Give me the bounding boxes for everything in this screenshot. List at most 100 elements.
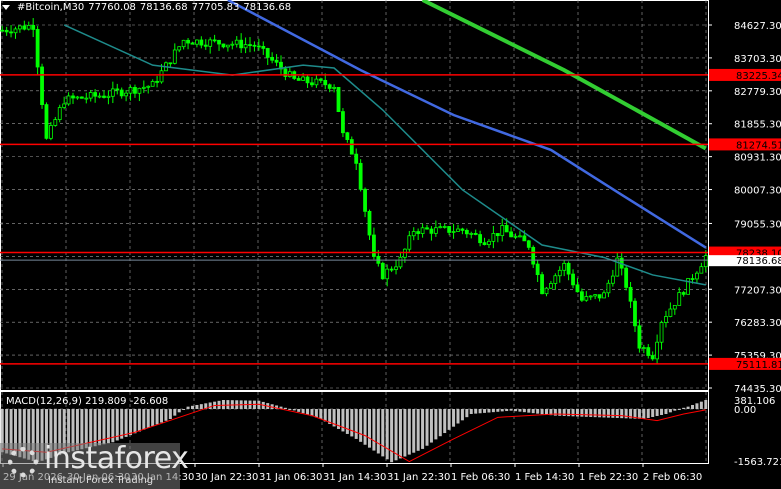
macd-histogram-bar [226, 400, 230, 409]
macd-histogram-bar [558, 409, 562, 416]
candle-body [588, 295, 593, 298]
candle-body [695, 272, 699, 280]
macd-histogram-bar [660, 409, 664, 415]
macd-value: 219.809 [85, 396, 127, 407]
macd-histogram-bar [438, 409, 442, 437]
candle-body [628, 287, 633, 302]
candle-body [221, 43, 226, 48]
macd-histogram-bar [292, 409, 296, 411]
candle-body [62, 103, 67, 108]
candle-body [535, 263, 540, 276]
candle-body [128, 87, 133, 94]
candle-body [133, 87, 137, 94]
candle-body [641, 347, 646, 349]
macd-histogram-bar [283, 407, 287, 409]
macd-histogram-bar [642, 409, 646, 419]
macd-histogram-bar [514, 409, 518, 412]
macd-histogram-bar [593, 409, 597, 418]
macd-histogram-bar [133, 409, 137, 434]
candle-body [504, 225, 509, 233]
candle-body [305, 76, 310, 84]
time-label: 1 Feb 14:30 [515, 472, 574, 483]
candle-body [270, 56, 275, 61]
moving-average-teal [63, 24, 706, 286]
macd-histogram-bar [288, 409, 292, 410]
high-price: 78136.68 [139, 2, 188, 13]
macd-histogram-bar [704, 400, 708, 409]
candle-body [433, 227, 438, 234]
macd-histogram-bar [682, 407, 686, 409]
candle-body [469, 232, 474, 235]
candle-body [318, 78, 323, 81]
macd-name: MACD(12,26,9) [6, 396, 82, 407]
candle-body [473, 232, 478, 235]
macd-histogram-bar [416, 409, 420, 451]
time-label: 30 Jan 22:30 [195, 472, 258, 483]
macd-histogram-bar [173, 409, 177, 416]
candle-body [115, 88, 120, 91]
candle-body [9, 31, 13, 34]
candle-body [513, 235, 518, 238]
candle-body [84, 97, 89, 100]
symbol-label: #Bitcoin,M30 [17, 2, 85, 13]
macd-histogram-bar [434, 409, 438, 440]
candle-body [314, 78, 319, 86]
macd-histogram-bar [221, 400, 225, 409]
macd-signal-value: -26.608 [129, 396, 169, 407]
price-tick-label: 82779.30 [734, 87, 781, 98]
candle-body [438, 226, 443, 229]
macd-histogram-bar [195, 404, 199, 409]
macd-histogram-bar [354, 409, 358, 439]
price-chart[interactable]: 84627.30 83703.30 82779.30 81855.30 80931.30… [0, 0, 781, 489]
candle-body [699, 266, 704, 274]
candle-body [252, 44, 257, 47]
moving-average-blue [227, 0, 707, 249]
macd-histogram-bar [686, 406, 690, 409]
macd-histogram-bar [323, 409, 327, 422]
candle-body [53, 119, 58, 126]
candle-body [190, 42, 195, 45]
price-tick-label: 80931.30 [734, 153, 781, 164]
candle-body [141, 86, 146, 89]
candle-body [690, 278, 695, 280]
candle-body [230, 43, 235, 46]
candle-body [332, 87, 336, 89]
macd-histogram-bar [350, 409, 354, 437]
candle-body [610, 275, 615, 284]
time-label: 2 Feb 06:30 [643, 472, 702, 483]
candle-body [181, 39, 186, 48]
macd-histogram-bar [474, 409, 478, 414]
candle-body [146, 85, 151, 88]
chart-header: #Bitcoin,M30 77760.08 78136.68 77705.83 … [2, 2, 291, 13]
candle-body [549, 283, 553, 289]
candle-body [380, 262, 385, 280]
candle-body [195, 39, 199, 45]
candle-body [341, 111, 345, 134]
macd-histogram-bar [637, 409, 641, 419]
dropdown-triangle-icon[interactable] [2, 5, 10, 10]
macd-histogram-bar [553, 409, 557, 416]
macd-histogram-bar [465, 409, 469, 418]
candle-body [234, 39, 239, 45]
macd-histogram-bar [695, 403, 699, 409]
macd-histogram-bar [160, 409, 164, 423]
candle-body [44, 104, 49, 139]
macd-histogram-bar [518, 409, 522, 412]
candle-body [261, 46, 266, 49]
candle-body [212, 39, 217, 42]
candle-body [124, 92, 129, 97]
close-price: 78136.68 [243, 2, 292, 13]
candle-body [159, 70, 164, 83]
candle-body [75, 96, 80, 99]
macd-histogram-bar [425, 409, 429, 446]
macd-histogram-bar [124, 409, 128, 437]
candle-body [349, 139, 354, 155]
candle-body [584, 296, 589, 301]
candle-body [672, 304, 677, 310]
candle-body [425, 227, 429, 230]
candle-body [491, 233, 496, 242]
macd-histogram-bar [314, 409, 318, 418]
candle-body [478, 234, 483, 244]
macd-histogram-bar [589, 409, 593, 417]
candle-body [571, 273, 575, 286]
